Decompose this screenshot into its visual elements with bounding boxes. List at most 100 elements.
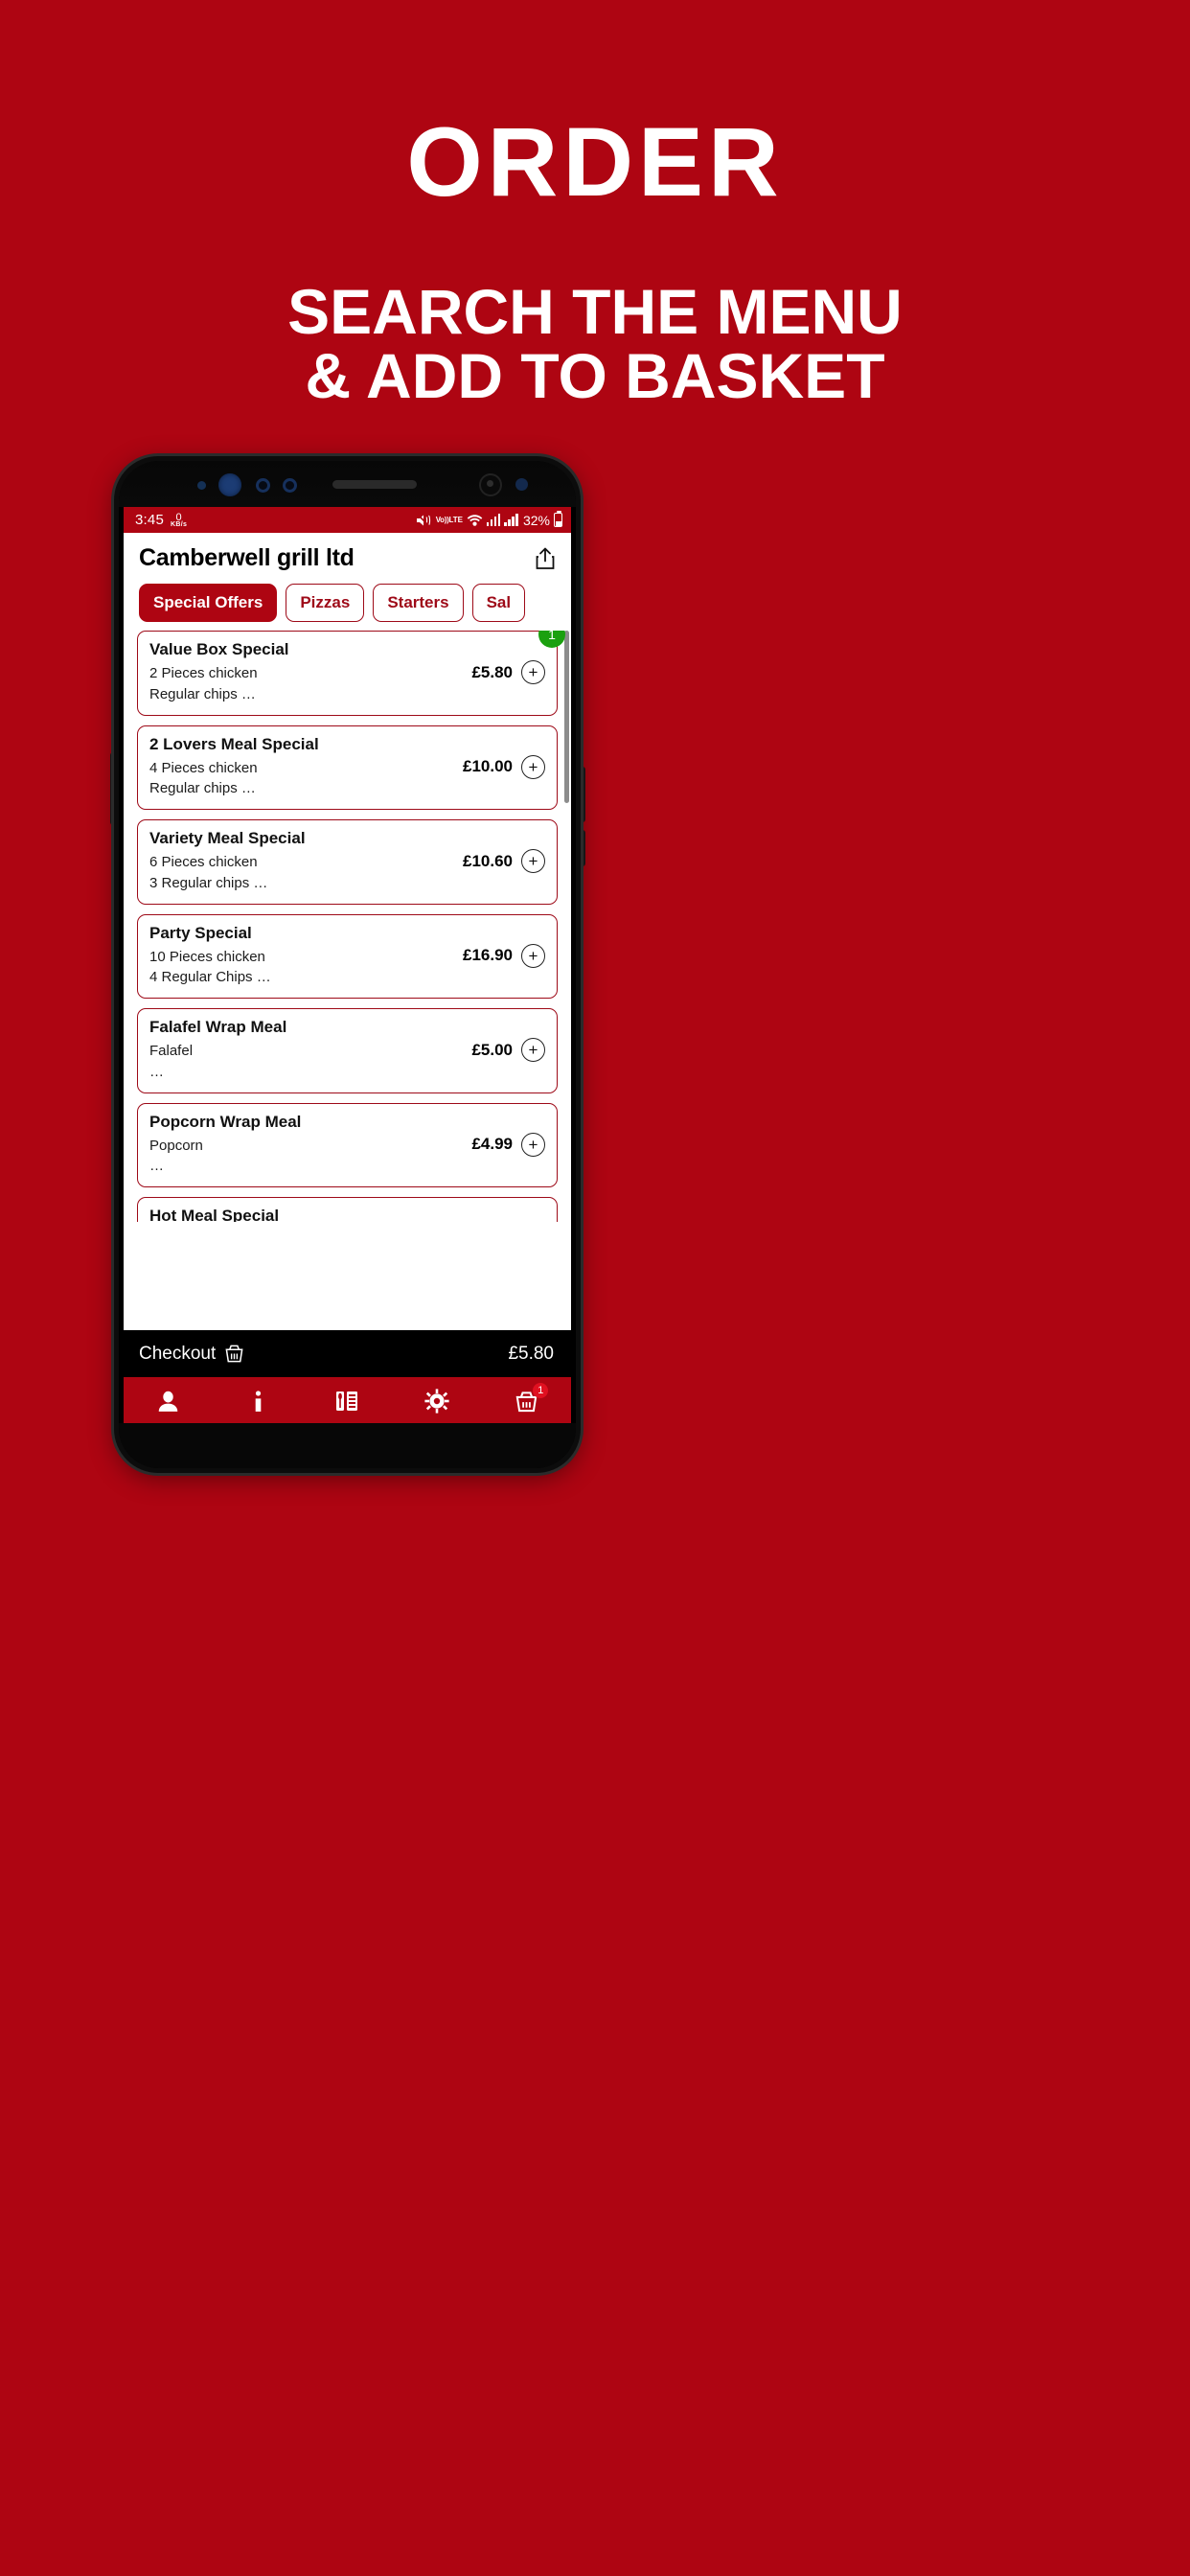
- promo-subtitle-line1: SEARCH THE MENU: [287, 276, 903, 347]
- menu-item-actions: £5.00 +: [466, 1038, 545, 1063]
- app-header: Camberwell grill ltd: [124, 533, 571, 580]
- menu-item-desc-2: Regular chips …: [149, 780, 256, 797]
- menu-item-name: Value Box Special: [149, 640, 289, 658]
- menu-item-price: £5.00: [471, 1040, 513, 1059]
- led-indicator-icon: [515, 478, 528, 491]
- status-time: 3:45: [135, 512, 164, 528]
- menu-item-actions: £5.80 +: [466, 660, 545, 685]
- menu-item-name: 2 Lovers Meal Special: [149, 734, 319, 753]
- tab-pizzas[interactable]: Pizzas: [286, 584, 365, 622]
- menu-item-text: 2 Lovers Meal Special 4 Pieces chicken R…: [149, 735, 457, 800]
- status-bar: 3:45 0 KB/s Vo)) LTE 32%: [124, 507, 571, 533]
- menu-item-price: £5.80: [471, 662, 513, 681]
- menu-item-actions: £10.00 +: [457, 754, 545, 779]
- phone-top-bezel: [119, 461, 576, 507]
- basket-count-badge: 1: [533, 1383, 549, 1398]
- menu-item-card[interactable]: Hot Meal Special 6 Hot wings £4.60 +: [137, 1197, 558, 1222]
- menu-item-card[interactable]: Value Box Special 2 Pieces chicken Regul…: [137, 631, 565, 716]
- promo-banner: ORDER SEARCH THE MENU & ADD TO BASKET: [0, 0, 1190, 409]
- volte-line2: LTE: [448, 515, 463, 524]
- tab-salads[interactable]: Sal: [471, 584, 526, 622]
- nav-menu[interactable]: [321, 1377, 373, 1425]
- proximity-sensor-icon: [256, 478, 270, 493]
- battery-icon: [554, 511, 562, 527]
- menu-item-desc-1: 6 Pieces chicken: [149, 854, 258, 870]
- menu-item-name: Hot Meal Special: [149, 1207, 280, 1222]
- battery-percent: 32%: [522, 512, 550, 528]
- gear-icon: [424, 1389, 449, 1414]
- menu-item-card[interactable]: Falafel Wrap Meal Falafel … £5.00 +: [137, 1008, 558, 1093]
- menu-item-price: £10.60: [463, 851, 513, 870]
- promo-title: ORDER: [406, 107, 784, 217]
- menu-item-card[interactable]: 2 Lovers Meal Special 4 Pieces chicken R…: [137, 724, 558, 810]
- menu-item-name: Popcorn Wrap Meal: [149, 1112, 302, 1131]
- menu-card-icon: [334, 1389, 359, 1414]
- signal-bars-icon: [486, 514, 501, 526]
- menu-item-desc-2: 4 Regular Chips …: [149, 969, 271, 986]
- bottom-navigation[interactable]: 1: [124, 1377, 571, 1425]
- item-quantity-badge: 1: [538, 631, 565, 648]
- info-icon: [246, 1390, 270, 1414]
- menu-item-text: Popcorn Wrap Meal Popcorn …: [149, 1113, 466, 1178]
- menu-item-list[interactable]: Value Box Special 2 Pieces chicken Regul…: [124, 631, 571, 1222]
- menu-item-card[interactable]: Party Special 10 Pieces chicken 4 Regula…: [137, 913, 558, 999]
- menu-item-text: Party Special 10 Pieces chicken 4 Regula…: [149, 924, 457, 989]
- tab-special-offers[interactable]: Special Offers: [139, 584, 278, 622]
- menu-item-desc-1: 2 Pieces chicken: [149, 665, 258, 681]
- page-title: Camberwell grill ltd: [139, 544, 355, 571]
- menu-item-text: Hot Meal Special 6 Hot wings: [149, 1207, 466, 1222]
- sensor-icon: [197, 481, 206, 490]
- menu-item-actions: £4.99 +: [466, 1132, 545, 1157]
- category-tabs[interactable]: Special Offers Pizzas Starters Sal: [124, 580, 571, 631]
- nav-basket[interactable]: 1: [500, 1377, 552, 1425]
- earpiece-speaker: [332, 480, 417, 489]
- menu-item-desc-2: Regular chips …: [149, 685, 256, 702]
- menu-item-actions: £10.60 +: [457, 849, 545, 874]
- menu-item-card[interactable]: Variety Meal Special 6 Pieces chicken 3 …: [137, 819, 558, 905]
- menu-item-text: Value Box Special 2 Pieces chicken Regul…: [149, 640, 466, 705]
- app-screen: 3:45 0 KB/s Vo)) LTE 32% Camberwell gril…: [124, 507, 571, 1425]
- menu-item-name: Party Special: [149, 923, 252, 942]
- menu-item-name: Variety Meal Special: [149, 829, 306, 847]
- mute-icon: [416, 513, 432, 527]
- network-speed-unit: KB/s: [171, 520, 188, 528]
- phone-mockup: 3:45 0 KB/s Vo)) LTE 32% Camberwell gril…: [114, 456, 581, 1473]
- nav-info[interactable]: [232, 1377, 284, 1425]
- menu-item-desc-1: Popcorn: [149, 1137, 203, 1154]
- nav-account[interactable]: [143, 1377, 195, 1425]
- promo-subtitle-line2: & ADD TO BASKET: [305, 340, 885, 412]
- add-item-button[interactable]: +: [521, 1038, 545, 1063]
- menu-item-desc-1: 4 Pieces chicken: [149, 759, 258, 776]
- menu-item-desc-1: 10 Pieces chicken: [149, 948, 265, 965]
- front-camera-icon: [479, 473, 502, 496]
- signal-bars-icon-2: [504, 514, 518, 526]
- phone-screen-frame: 3:45 0 KB/s Vo)) LTE 32% Camberwell gril…: [119, 461, 576, 1468]
- menu-item-desc-2: …: [149, 1158, 164, 1175]
- basket-icon: [224, 1344, 244, 1364]
- checkout-bar[interactable]: Checkout £5.80: [124, 1330, 571, 1377]
- nav-settings[interactable]: [411, 1377, 463, 1425]
- add-item-button[interactable]: +: [521, 660, 545, 685]
- add-item-button[interactable]: +: [521, 754, 545, 779]
- menu-item-card[interactable]: Popcorn Wrap Meal Popcorn … £4.99 +: [137, 1102, 558, 1187]
- tab-starters[interactable]: Starters: [373, 584, 464, 622]
- add-item-button[interactable]: +: [521, 943, 545, 968]
- add-item-button[interactable]: +: [521, 849, 545, 874]
- add-item-button[interactable]: +: [521, 1132, 545, 1157]
- menu-item-price: £16.90: [463, 946, 513, 965]
- network-speed: 0 KB/s: [171, 512, 188, 528]
- vertical-scrollbar[interactable]: [564, 631, 569, 803]
- iris-scanner-icon: [218, 473, 241, 496]
- menu-item-desc-2: …: [149, 1063, 164, 1080]
- menu-item-desc-2: 3 Regular chips …: [149, 874, 268, 891]
- person-icon: [156, 1390, 180, 1414]
- share-icon[interactable]: [535, 546, 556, 571]
- checkout-left: Checkout: [139, 1344, 244, 1365]
- volte-icon: Vo)) LTE: [435, 515, 463, 524]
- menu-item-actions: £16.90 +: [457, 943, 545, 968]
- menu-item-price: £10.00: [463, 757, 513, 776]
- checkout-total: £5.80: [508, 1343, 554, 1364]
- light-sensor-icon: [283, 478, 297, 493]
- wifi-icon: [467, 514, 483, 527]
- volte-line1: Vo)): [435, 515, 449, 524]
